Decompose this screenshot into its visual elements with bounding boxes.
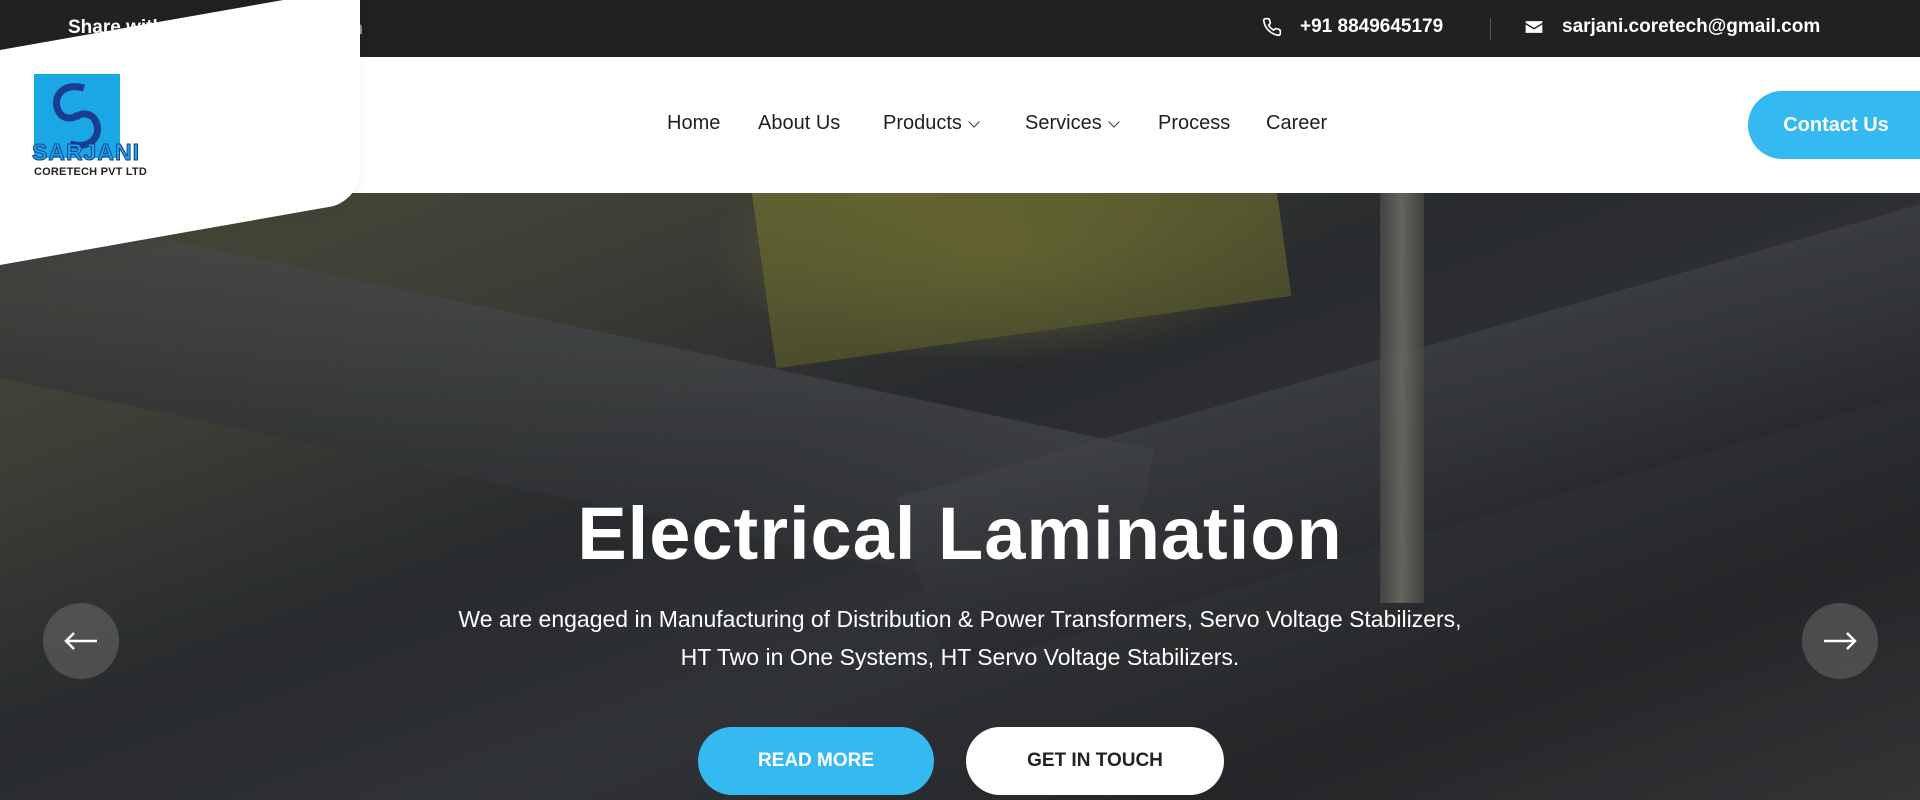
nav-process[interactable]: Process: [1158, 112, 1230, 135]
arrow-left-icon: [64, 632, 97, 650]
nav-home[interactable]: Home: [667, 112, 720, 135]
nav-home-label: Home: [667, 112, 721, 134]
topbar-divider: [1490, 18, 1491, 40]
nav-about-us[interactable]: About Us: [758, 112, 840, 135]
phone-link[interactable]: +91 8849645179: [1262, 16, 1443, 38]
get-in-touch-button[interactable]: GET IN TOUCH: [966, 727, 1224, 795]
nav-services[interactable]: Services: [1025, 112, 1120, 135]
hero-title: Electrical Lamination: [577, 492, 1343, 575]
nav-career-label: Career: [1266, 112, 1328, 134]
logo-subtitle: CORETECH PVT LTD: [34, 166, 147, 178]
hero-description-line1: We are engaged in Manufacturing of Distr…: [458, 606, 1462, 632]
phone-number: +91 8849645179: [1300, 16, 1444, 37]
contact-us-button[interactable]: Contact Us: [1748, 91, 1920, 159]
hero-description-line2: HT Two in One Systems, HT Servo Voltage …: [680, 644, 1240, 670]
prev-slide-button[interactable]: [43, 603, 119, 679]
next-slide-button[interactable]: [1802, 603, 1878, 679]
phone-icon: [1262, 17, 1282, 37]
arrow-right-icon: [1824, 632, 1857, 650]
site-logo[interactable]: SARJANI CORETECH PVT LTD: [32, 74, 152, 184]
nav-process-label: Process: [1158, 112, 1231, 134]
hero-description: We are engaged in Manufacturing of Distr…: [380, 600, 1540, 676]
nav-career[interactable]: Career: [1266, 112, 1327, 135]
logo-name: SARJANI: [32, 139, 140, 166]
hero-slider: Electrical Lamination We are engaged in …: [0, 193, 1920, 800]
email-address: sarjani.coretech@gmail.com: [1562, 16, 1821, 37]
nav-services-label: Services: [1025, 112, 1102, 134]
nav-products[interactable]: Products: [883, 112, 980, 135]
read-more-button[interactable]: READ MORE: [698, 727, 934, 795]
nav-products-label: Products: [883, 112, 962, 134]
envelope-icon: [1525, 21, 1543, 33]
chevron-down-icon: [1108, 115, 1120, 128]
nav-about-us-label: About Us: [758, 112, 841, 134]
email-link[interactable]: sarjani.coretech@gmail.com: [1524, 16, 1820, 38]
chevron-down-icon: [968, 115, 980, 128]
